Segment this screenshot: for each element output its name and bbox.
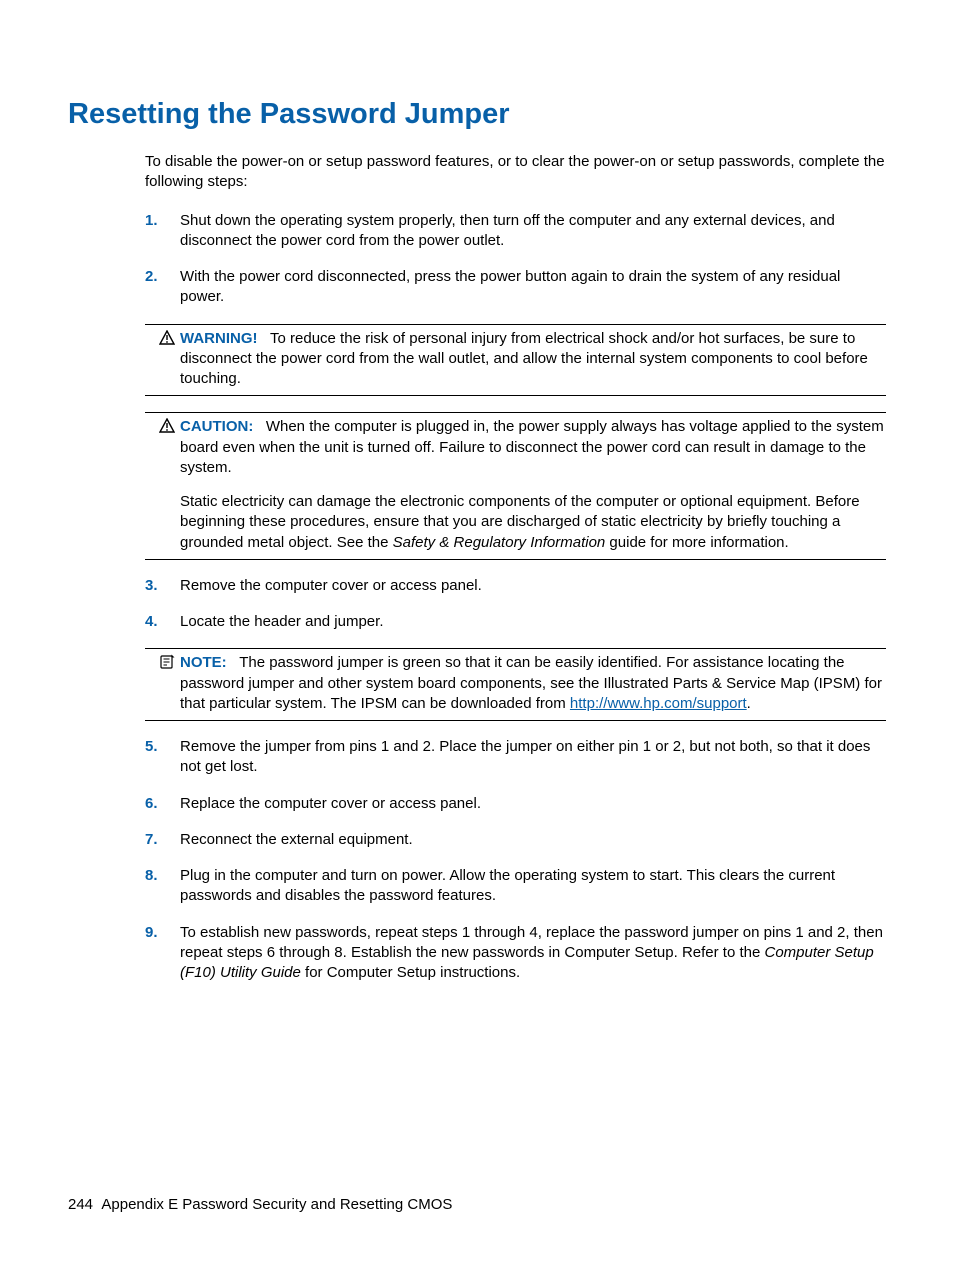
step-number: 4. (145, 612, 158, 632)
step-text: Remove the computer cover or access pane… (180, 577, 482, 594)
warning-callout: WARNING! To reduce the risk of personal … (145, 324, 886, 397)
caution-text-1: When the computer is plugged in, the pow… (180, 418, 884, 476)
caution-text-2b: guide for more information. (605, 534, 788, 551)
note-text-a: The password jumper is green so that it … (180, 654, 882, 712)
step-number: 5. (145, 737, 158, 757)
note-icon (159, 654, 175, 670)
step-text: Remove the jumper from pins 1 and 2. Pla… (180, 738, 870, 775)
step-text-b: for Computer Setup instructions. (301, 964, 520, 981)
step-text: Replace the computer cover or access pan… (180, 795, 481, 812)
note-text-b: . (747, 695, 751, 712)
intro-text: To disable the power-on or setup passwor… (145, 152, 886, 193)
warning-label: WARNING! (180, 330, 258, 347)
caution-icon (159, 418, 175, 434)
step-9: 9. To establish new passwords, repeat st… (145, 923, 886, 984)
note-label: NOTE: (180, 654, 227, 671)
step-7: 7. Reconnect the external equipment. (145, 830, 886, 850)
step-1: 1. Shut down the operating system proper… (145, 211, 886, 252)
step-number: 2. (145, 267, 158, 287)
step-4: 4. Locate the header and jumper. (145, 612, 886, 632)
step-number: 7. (145, 830, 158, 850)
step-5: 5. Remove the jumper from pins 1 and 2. … (145, 737, 886, 778)
step-text: Plug in the computer and turn on power. … (180, 867, 835, 904)
step-number: 3. (145, 576, 158, 596)
warning-icon (159, 330, 175, 346)
step-text: Reconnect the external equipment. (180, 831, 413, 848)
step-number: 1. (145, 211, 158, 231)
page-footer: 244 Appendix E Password Security and Res… (68, 1195, 452, 1215)
step-text: Locate the header and jumper. (180, 613, 383, 630)
warning-text: To reduce the risk of personal injury fr… (180, 330, 868, 388)
step-8: 8. Plug in the computer and turn on powe… (145, 866, 886, 907)
support-link[interactable]: http://www.hp.com/support (570, 695, 747, 712)
step-3: 3. Remove the computer cover or access p… (145, 576, 886, 596)
page-number: 244 (68, 1196, 93, 1213)
step-6: 6. Replace the computer cover or access … (145, 794, 886, 814)
step-text: With the power cord disconnected, press … (180, 268, 840, 305)
note-callout: NOTE: The password jumper is green so th… (145, 648, 886, 721)
caution-label: CAUTION: (180, 418, 253, 435)
page-title: Resetting the Password Jumper (68, 95, 886, 134)
step-2: 2. With the power cord disconnected, pre… (145, 267, 886, 308)
caution-callout: CAUTION: When the computer is plugged in… (145, 412, 886, 560)
step-number: 6. (145, 794, 158, 814)
step-number: 8. (145, 866, 158, 886)
caution-italic: Safety & Regulatory Information (393, 534, 606, 551)
appendix-label: Appendix E Password Security and Resetti… (101, 1196, 452, 1213)
step-number: 9. (145, 923, 158, 943)
step-text: Shut down the operating system properly,… (180, 212, 835, 249)
